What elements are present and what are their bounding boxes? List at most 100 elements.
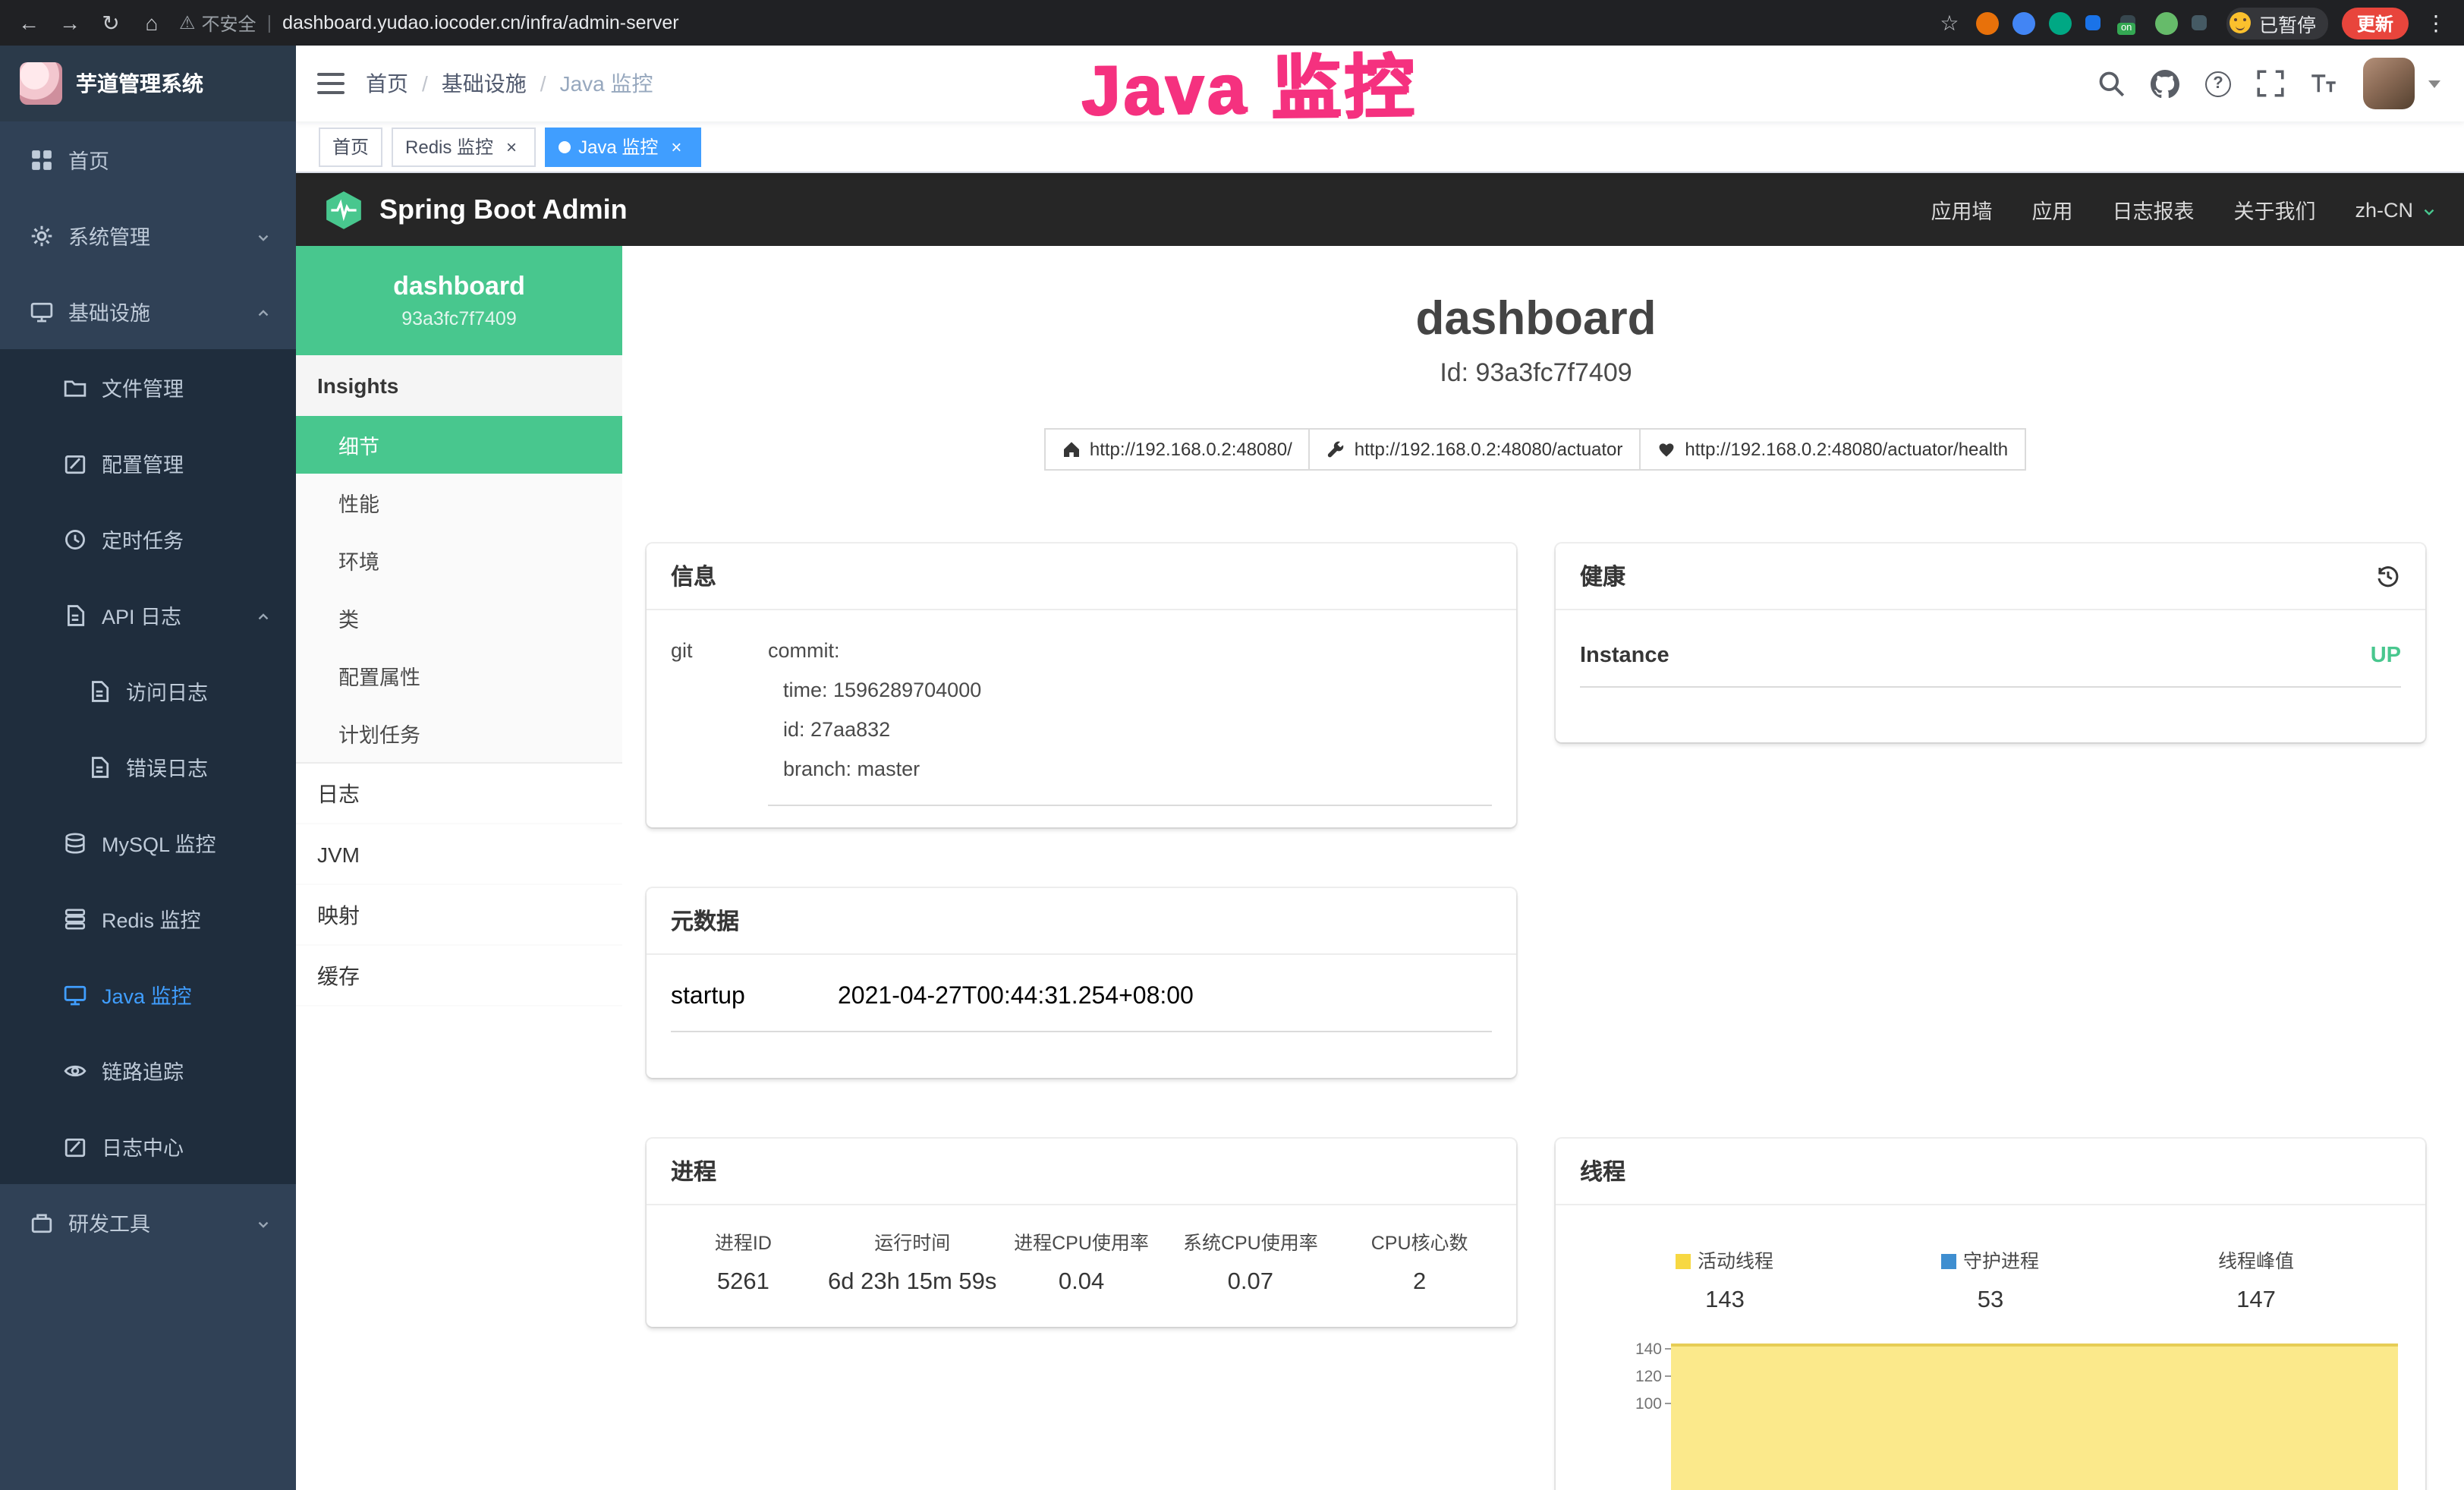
- sidebar-item-file-mgmt[interactable]: 文件管理: [0, 349, 296, 425]
- security-warning[interactable]: ⚠不安全: [179, 10, 256, 36]
- stat-process-cpu: 进程CPU使用率 0.04: [997, 1227, 1166, 1296]
- sba-item-loggers[interactable]: 日志: [296, 764, 622, 824]
- tab-home[interactable]: 首页: [319, 127, 382, 166]
- sidebar-item-infrastructure[interactable]: 基础设施: [0, 273, 296, 349]
- close-icon[interactable]: ×: [666, 136, 687, 157]
- sba-item-caches[interactable]: 缓存: [296, 946, 622, 1006]
- sidebar-item-config-mgmt[interactable]: 配置管理: [0, 425, 296, 501]
- sidebar-item-java-monitor[interactable]: Java 监控: [0, 956, 296, 1032]
- sba-item-beans[interactable]: 类: [296, 589, 622, 647]
- app-logo-row[interactable]: 芋道管理系统: [0, 46, 296, 121]
- sba-content: dashboard Id: 93a3fc7f7409 http://192.16…: [622, 246, 2464, 1490]
- wrench-icon: [1327, 440, 1345, 458]
- sidebar-item-scheduled-jobs[interactable]: 定时任务: [0, 501, 296, 577]
- font-size-icon[interactable]: [2310, 70, 2337, 97]
- sba-item-mappings[interactable]: 映射: [296, 885, 622, 946]
- sba-item-scheduled-tasks[interactable]: 计划任务: [296, 704, 622, 762]
- user-avatar[interactable]: [2363, 58, 2415, 109]
- tab-redis-monitor[interactable]: Redis 监控 ×: [392, 127, 536, 166]
- stat-label: 运行时间: [828, 1227, 997, 1255]
- stat-cpu-cores: CPU核心数 2: [1335, 1227, 1504, 1296]
- chart-plot-area: [1671, 1336, 2401, 1490]
- sidebar-item-home[interactable]: 首页: [0, 121, 296, 197]
- insights-group: Insights 细节 性能 环境 类 配置属性 计划任务: [296, 355, 622, 764]
- endpoint-health-link[interactable]: http://192.168.0.2:48080/actuator/health: [1639, 428, 2026, 471]
- endpoint-root-link[interactable]: http://192.168.0.2:48080/: [1044, 428, 1311, 471]
- sidebar-item-api-log[interactable]: API 日志: [0, 577, 296, 653]
- threads-card-body: 活动线程 143 守护进程 53 线程峰值 147: [1556, 1205, 2425, 1490]
- git-key: git: [671, 632, 768, 806]
- profile-chip[interactable]: 已暂停: [2227, 7, 2328, 39]
- extensions-puzzle-icon[interactable]: [2192, 15, 2208, 30]
- browser-home-icon[interactable]: ⌂: [138, 11, 165, 35]
- browser-reload-icon[interactable]: ↻: [97, 10, 124, 36]
- sidebar-item-log-center[interactable]: 日志中心: [0, 1108, 296, 1184]
- fullscreen-icon[interactable]: [2257, 70, 2284, 97]
- card-title: 信息: [671, 560, 716, 592]
- info-card-header: 信息: [647, 543, 1516, 610]
- sba-instance-header[interactable]: dashboard 93a3fc7f7409: [296, 246, 622, 355]
- github-icon[interactable]: [2151, 69, 2179, 98]
- breadcrumb-home[interactable]: 首页: [366, 68, 408, 99]
- sba-item-environment[interactable]: 环境: [296, 531, 622, 589]
- metadata-row: startup 2021-04-27T00:44:31.254+08:00: [671, 979, 1492, 1032]
- tab-java-monitor[interactable]: Java 监控 ×: [545, 127, 700, 166]
- folder-icon: [64, 376, 87, 398]
- y-tick: 140: [1619, 1336, 1671, 1363]
- chrome-update-button[interactable]: 更新: [2342, 7, 2409, 39]
- extension-icon-orange[interactable]: [1977, 11, 2000, 34]
- help-icon[interactable]: ?: [2205, 71, 2231, 96]
- stat-value: 5261: [659, 1269, 828, 1296]
- sidebar-item-mysql-monitor[interactable]: MySQL 监控: [0, 805, 296, 880]
- insights-group-title: Insights: [296, 355, 622, 416]
- chevron-up-icon: [255, 606, 272, 623]
- sidebar-item-label: 配置管理: [102, 448, 184, 478]
- stat-system-cpu: 系统CPU使用率 0.07: [1166, 1227, 1335, 1296]
- sidebar-item-label: 链路追踪: [102, 1055, 184, 1085]
- close-icon[interactable]: ×: [501, 136, 522, 157]
- browser-forward-icon[interactable]: →: [56, 11, 83, 35]
- extension-icon-teal[interactable]: [2050, 11, 2072, 34]
- extension-icon-blue-drop[interactable]: [2013, 11, 2036, 34]
- sidebar-item-label: 文件管理: [102, 372, 184, 402]
- endpoint-actuator-link[interactable]: http://192.168.0.2:48080/actuator: [1309, 428, 1641, 471]
- sidebar-item-trace[interactable]: 链路追踪: [0, 1032, 296, 1108]
- browser-back-icon[interactable]: ←: [15, 11, 42, 35]
- sba-nav-applications[interactable]: 应用: [2031, 194, 2072, 225]
- locale-selector[interactable]: zh-CN: [2355, 198, 2437, 221]
- search-icon[interactable]: [2097, 70, 2125, 97]
- extension-icon-leaf[interactable]: [2156, 11, 2179, 34]
- sidebar-item-label: Redis 监控: [102, 903, 201, 934]
- sba-item-config-props[interactable]: 配置属性: [296, 647, 622, 704]
- breadcrumb-infrastructure[interactable]: 基础设施: [442, 68, 527, 99]
- instance-id-line: Id: 93a3fc7f7409: [647, 358, 2425, 389]
- hamburger-icon[interactable]: [296, 46, 366, 121]
- sidebar-item-dev-tools[interactable]: 研发工具: [0, 1184, 296, 1260]
- sidebar-item-redis-monitor[interactable]: Redis 监控: [0, 880, 296, 956]
- sidebar-item-access-log[interactable]: 访问日志: [0, 653, 296, 729]
- sba-nav-about[interactable]: 关于我们: [2233, 194, 2315, 225]
- bookmark-star-icon[interactable]: ☆: [1936, 10, 1963, 36]
- sba-item-jvm[interactable]: JVM: [296, 824, 622, 885]
- extension-icon-grid[interactable]: [2086, 15, 2101, 30]
- stat-label: 进程CPU使用率: [997, 1227, 1166, 1255]
- sba-nav-journal[interactable]: 日志报表: [2112, 194, 2194, 225]
- sba-item-details[interactable]: 细节: [296, 416, 622, 474]
- chevron-down-icon: [2421, 201, 2437, 218]
- sidebar-item-error-log[interactable]: 错误日志: [0, 729, 296, 805]
- instance-title: dashboard: [647, 291, 2425, 346]
- sidebar-item-system-mgmt[interactable]: 系统管理: [0, 197, 296, 273]
- history-icon[interactable]: [2375, 563, 2401, 589]
- instance-id: 93a3fc7f7409: [401, 308, 517, 329]
- address-bar[interactable]: ⚠不安全 | dashboard.yudao.iocoder.cn/infra/…: [179, 10, 1922, 36]
- sidebar-item-label: MySQL 监控: [102, 827, 216, 858]
- sidebar-item-label: 基础设施: [68, 296, 150, 326]
- sba-brand[interactable]: Spring Boot Admin: [323, 189, 628, 230]
- sba-nav-wallboard[interactable]: 应用墙: [1931, 194, 1992, 225]
- browser-menu-icon[interactable]: ⋮: [2422, 10, 2450, 36]
- sba-item-metrics[interactable]: 性能: [296, 474, 622, 531]
- extension-icon-proxy[interactable]: on: [2121, 15, 2136, 30]
- live-threads-swatch: [1676, 1254, 1691, 1269]
- git-commit-time: time: 1596289704000: [768, 671, 1492, 710]
- health-card-header: 健康: [1556, 543, 2425, 610]
